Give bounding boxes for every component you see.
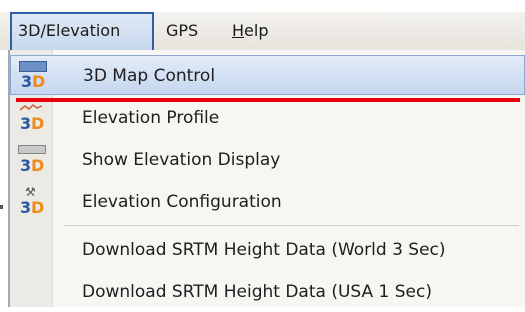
- menu-item-label: Download SRTM Height Data (USA 1 Sec): [82, 282, 432, 302]
- menu-help-mnemonic: H: [232, 21, 245, 40]
- menu-separator: [64, 225, 519, 226]
- menu-item-label: 3D Map Control: [83, 66, 216, 86]
- menu-help[interactable]: Help: [226, 12, 274, 50]
- menu-3d-elevation[interactable]: 3D/Elevation: [10, 12, 154, 50]
- edge-mark: [0, 205, 3, 209]
- elevation-display-icon: 3 D: [16, 145, 46, 175]
- annotation-underline: [16, 98, 520, 102]
- menu-gps[interactable]: GPS: [160, 12, 204, 50]
- top-strip: [0, 0, 525, 12]
- menu-gps-label: GPS: [166, 21, 199, 40]
- menu-item-label: Elevation Profile: [82, 108, 220, 128]
- menu-item-download-srtm-usa[interactable]: Download SRTM Height Data (USA 1 Sec): [10, 272, 525, 312]
- menu-item-label: Show Elevation Display: [82, 150, 281, 170]
- 3d-map-control-icon: 3 D: [17, 61, 47, 91]
- menu-item-elevation-configuration[interactable]: ⚒ 3 D Elevation Configuration: [10, 182, 525, 222]
- menu-3d-elevation-label: 3D/Elevation: [18, 21, 121, 40]
- menu-item-3d-map-control[interactable]: 3 D 3D Map Control: [10, 55, 525, 95]
- menu-item-download-srtm-world[interactable]: Download SRTM Height Data (World 3 Sec): [10, 230, 525, 270]
- dropdown-menu: 3 D 3D Map Control 3 D Elevation Profile…: [8, 50, 525, 307]
- menu-item-show-elevation-display[interactable]: 3 D Show Elevation Display: [10, 140, 525, 180]
- menubar: 3D/Elevation GPS Help: [0, 12, 525, 50]
- elevation-config-icon: ⚒ 3 D: [20, 185, 45, 217]
- menu-item-elevation-profile[interactable]: 3 D Elevation Profile: [10, 98, 525, 138]
- menu-item-label: Elevation Configuration: [82, 192, 282, 212]
- menu-help-label: elp: [244, 21, 269, 40]
- elevation-profile-icon: 3 D: [16, 103, 46, 133]
- menu-item-label: Download SRTM Height Data (World 3 Sec): [82, 240, 446, 260]
